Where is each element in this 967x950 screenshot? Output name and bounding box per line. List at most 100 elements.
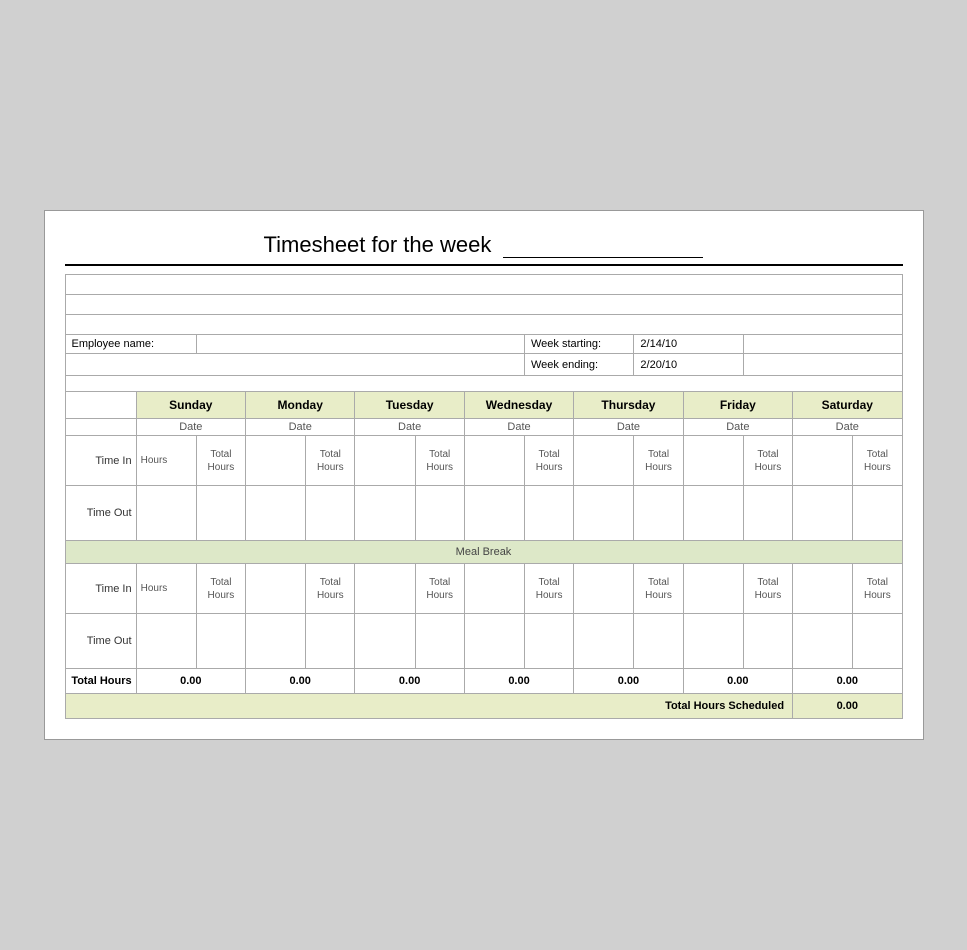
friday-total-1: TotalHours <box>743 436 792 486</box>
thursday-timeout-2[interactable] <box>574 614 634 669</box>
tuesday-timeout-total-1 <box>415 486 464 541</box>
friday-total-2: TotalHours <box>743 564 792 614</box>
wednesday-timeout-total-1 <box>525 486 574 541</box>
friday-header: Friday <box>683 392 792 419</box>
blank-row-4 <box>65 376 902 392</box>
tuesday-hours-1[interactable] <box>355 436 415 486</box>
sunday-hours-2[interactable]: Hours <box>136 564 196 614</box>
week-ending-label: Week ending: <box>525 354 634 376</box>
date-row: Date Date Date Date Date Date Date <box>65 419 902 436</box>
wednesday-total-2: TotalHours <box>525 564 574 614</box>
total-hours-row: Total Hours 0.00 0.00 0.00 0.00 0.00 0.0… <box>65 669 902 694</box>
employee-name-field[interactable] <box>196 335 524 354</box>
monday-timeout-1[interactable] <box>246 486 306 541</box>
sunday-total-1: TotalHours <box>196 436 245 486</box>
wednesday-header: Wednesday <box>464 392 573 419</box>
friday-hours-1[interactable] <box>683 436 743 486</box>
friday-timeout-total-1 <box>743 486 792 541</box>
thursday-total-2: TotalHours <box>634 564 683 614</box>
wednesday-hours-2[interactable] <box>464 564 524 614</box>
saturday-timeout-1[interactable] <box>793 486 853 541</box>
title-row: Timesheet for the week <box>65 231 903 266</box>
tuesday-total-2: TotalHours <box>415 564 464 614</box>
thursday-hours-1[interactable] <box>574 436 634 486</box>
meal-break-row: Meal Break <box>65 541 902 564</box>
monday-date: Date <box>246 419 355 436</box>
day-headers-row: Sunday Monday Tuesday Wednesday Thursday… <box>65 392 902 419</box>
sunday-hours-1[interactable]: Hours <box>136 436 196 486</box>
sunday-timeout-total-1 <box>196 486 245 541</box>
saturday-hours-1[interactable] <box>793 436 853 486</box>
week-ending-value: 2/20/10 <box>634 354 743 376</box>
thursday-timeout-1[interactable] <box>574 486 634 541</box>
monday-header: Monday <box>246 392 355 419</box>
week-ending-row: Week ending: 2/20/10 <box>65 354 902 376</box>
friday-date: Date <box>683 419 792 436</box>
wednesday-total-value: 0.00 <box>464 669 573 694</box>
friday-timeout-total-2 <box>743 614 792 669</box>
week-starting-label: Week starting: <box>525 335 634 354</box>
total-scheduled-row: Total Hours Scheduled 0.00 <box>65 694 902 719</box>
friday-hours-2[interactable] <box>683 564 743 614</box>
timesheet-table: Employee name: Week starting: 2/14/10 We… <box>65 274 903 719</box>
friday-timeout-1[interactable] <box>683 486 743 541</box>
sunday-total-value: 0.00 <box>136 669 245 694</box>
total-hours-label: Total Hours <box>65 669 136 694</box>
time-in-label-2: Time In <box>65 564 136 614</box>
monday-timeout-2[interactable] <box>246 614 306 669</box>
total-scheduled-label: Total Hours Scheduled <box>65 694 793 719</box>
time-out-row-2: Time Out <box>65 614 902 669</box>
monday-total-1: TotalHours <box>306 436 355 486</box>
saturday-timeout-total-1 <box>853 486 902 541</box>
blank-row-1 <box>65 275 902 295</box>
monday-timeout-total-2 <box>306 614 355 669</box>
sunday-timeout-1[interactable] <box>136 486 196 541</box>
title-text: Timesheet for the week <box>264 232 492 257</box>
saturday-total-1: TotalHours <box>853 436 902 486</box>
sunday-timeout-2[interactable] <box>136 614 196 669</box>
week-starting-value: 2/14/10 <box>634 335 743 354</box>
saturday-header: Saturday <box>793 392 902 419</box>
time-in-label-1: Time In <box>65 436 136 486</box>
friday-timeout-2[interactable] <box>683 614 743 669</box>
blank-row-2 <box>65 295 902 315</box>
title-underline <box>503 231 703 258</box>
time-in-row-2: Time In Hours TotalHours TotalHours Tota… <box>65 564 902 614</box>
tuesday-total-value: 0.00 <box>355 669 464 694</box>
hours-label: Hours <box>141 455 168 466</box>
total-scheduled-value: 0.00 <box>793 694 902 719</box>
monday-total-value: 0.00 <box>246 669 355 694</box>
tuesday-header: Tuesday <box>355 392 464 419</box>
sunday-total-2: TotalHours <box>196 564 245 614</box>
monday-hours-2[interactable] <box>246 564 306 614</box>
tuesday-total-1: TotalHours <box>415 436 464 486</box>
saturday-hours-2[interactable] <box>793 564 853 614</box>
time-in-row-1: Time In Hours TotalHours TotalHours Tota… <box>65 436 902 486</box>
time-out-row-1: Time Out <box>65 486 902 541</box>
thursday-timeout-total-2 <box>634 614 683 669</box>
meal-break-label: Meal Break <box>65 541 902 564</box>
employee-label: Employee name: <box>65 335 196 354</box>
tuesday-timeout-total-2 <box>415 614 464 669</box>
wednesday-timeout-1[interactable] <box>464 486 524 541</box>
sunday-date: Date <box>136 419 245 436</box>
saturday-timeout-2[interactable] <box>793 614 853 669</box>
thursday-total-value: 0.00 <box>574 669 683 694</box>
wednesday-total-1: TotalHours <box>525 436 574 486</box>
wednesday-hours-1[interactable] <box>464 436 524 486</box>
tuesday-timeout-2[interactable] <box>355 614 415 669</box>
employee-name-row: Employee name: Week starting: 2/14/10 <box>65 335 902 354</box>
thursday-hours-2[interactable] <box>574 564 634 614</box>
wednesday-timeout-2[interactable] <box>464 614 524 669</box>
time-out-label-2: Time Out <box>65 614 136 669</box>
tuesday-date: Date <box>355 419 464 436</box>
monday-hours-1[interactable] <box>246 436 306 486</box>
wednesday-date: Date <box>464 419 573 436</box>
tuesday-hours-2[interactable] <box>355 564 415 614</box>
sunday-header: Sunday <box>136 392 245 419</box>
time-out-label-1: Time Out <box>65 486 136 541</box>
tuesday-timeout-1[interactable] <box>355 486 415 541</box>
hours-label-2: Hours <box>141 583 168 594</box>
saturday-date: Date <box>793 419 902 436</box>
saturday-total-2: TotalHours <box>853 564 902 614</box>
